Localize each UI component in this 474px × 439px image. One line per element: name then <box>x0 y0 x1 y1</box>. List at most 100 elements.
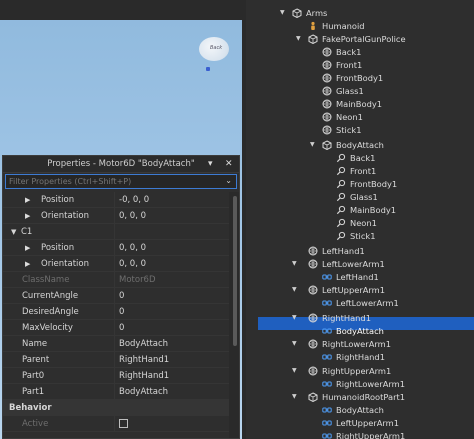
property-row[interactable]: Parent RightHand1 <box>3 352 229 368</box>
property-row[interactable]: ▶ Position 0, 0, 0 <box>3 240 229 256</box>
explorer-item[interactable]: LeftHand1 <box>308 244 365 257</box>
explorer-item[interactable]: ▼ HumanoidRootPart1 <box>292 390 405 403</box>
collapse-triangle-icon[interactable]: ▼ <box>11 228 16 236</box>
explorer-item[interactable]: ▼ BodyAttach <box>310 138 384 151</box>
explorer-item[interactable]: Neon1 <box>322 110 363 123</box>
dock-icon[interactable]: ▾ <box>208 159 213 169</box>
property-value[interactable]: BodyAttach <box>115 336 168 351</box>
explorer-item-label: RightLowerArm1 <box>322 338 392 349</box>
expand-triangle-icon[interactable]: ▶ <box>25 196 30 204</box>
explorer-item[interactable]: LeftUpperArm1 <box>322 416 399 429</box>
explorer-item[interactable]: Humanoid <box>308 19 365 32</box>
explorer-item[interactable]: LeftHand1 <box>322 270 379 283</box>
property-value[interactable]: 0 <box>115 304 124 319</box>
property-value[interactable]: 0 <box>115 288 124 303</box>
explorer-item[interactable]: Stick1 <box>322 123 361 136</box>
active-checkbox[interactable] <box>119 419 128 428</box>
collapse-arrow-icon[interactable]: ▼ <box>296 35 301 42</box>
explorer-item[interactable]: FrontBody1 <box>336 177 397 190</box>
explorer-item-label: Humanoid <box>322 20 365 31</box>
explorer-item[interactable]: ▼ Arms <box>280 6 327 19</box>
property-row[interactable]: Active <box>3 416 229 432</box>
expand-triangle-icon[interactable]: ▶ <box>25 260 30 268</box>
weld-icon <box>336 178 350 189</box>
property-name: DesiredAngle <box>3 304 115 319</box>
properties-scroll-thumb[interactable] <box>233 196 237 346</box>
close-icon[interactable]: ✕ <box>225 159 233 169</box>
explorer-item[interactable]: Glass1 <box>322 84 364 97</box>
explorer-item-label: Glass1 <box>350 191 378 202</box>
motor-icon <box>322 351 336 362</box>
collapse-arrow-icon[interactable]: ▼ <box>292 286 297 293</box>
property-value[interactable] <box>115 224 119 239</box>
property-row[interactable]: ▶ Position -0, 0, 0 <box>3 192 229 208</box>
explorer-item[interactable]: ▼ RightUpperArm1 <box>292 364 391 377</box>
property-row[interactable]: Name BodyAttach <box>3 336 229 352</box>
behavior-group-header[interactable]: Behavior <box>3 400 229 416</box>
explorer-item[interactable]: Front1 <box>322 58 362 71</box>
explorer-item[interactable]: RightUpperArm1 <box>322 429 405 439</box>
explorer-item[interactable]: BodyAttach <box>322 403 384 416</box>
properties-title-bar[interactable]: Properties - Motor6D "BodyAttach" ▾ ✕ <box>3 156 239 173</box>
property-row[interactable]: DesiredAngle 0 <box>3 304 229 320</box>
filter-properties-input[interactable] <box>9 177 209 186</box>
property-value[interactable]: RightHand1 <box>115 368 169 383</box>
explorer-item[interactable]: FrontBody1 <box>322 71 383 84</box>
property-name: Position <box>41 194 75 205</box>
explorer-item-label: Back1 <box>350 152 376 163</box>
collapse-arrow-icon[interactable]: ▼ <box>292 393 297 400</box>
motor-icon <box>322 378 336 389</box>
property-row[interactable]: ▶ Orientation 0, 0, 0 <box>3 256 229 272</box>
explorer-item[interactable]: Glass1 <box>336 190 378 203</box>
motor-icon <box>322 430 336 439</box>
property-row[interactable]: MaxVelocity 0 <box>3 320 229 336</box>
model-icon <box>308 33 322 44</box>
property-row[interactable]: Part0 RightHand1 <box>3 368 229 384</box>
property-row[interactable]: ▼ C1 <box>3 224 229 240</box>
explorer-item[interactable]: Back1 <box>322 45 361 58</box>
collapse-arrow-icon[interactable]: ▼ <box>292 340 297 347</box>
property-value[interactable]: BodyAttach <box>115 384 168 399</box>
property-row[interactable]: ▶ Orientation 0, 0, 0 <box>3 208 229 224</box>
explorer-item[interactable]: Stick1 <box>336 229 375 242</box>
explorer-item[interactable]: MainBody1 <box>322 97 382 110</box>
explorer-item[interactable]: RightLowerArm1 <box>322 377 405 390</box>
property-value[interactable]: RightHand1 <box>115 352 169 367</box>
collapse-arrow-icon[interactable]: ▼ <box>310 141 315 148</box>
explorer-item[interactable]: LeftLowerArm1 <box>322 296 399 309</box>
property-value[interactable]: 0, 0, 0 <box>115 208 146 223</box>
explorer-item[interactable]: ▼ RightLowerArm1 <box>292 337 392 350</box>
explorer-item-label: Neon1 <box>350 217 377 228</box>
explorer-item-label: LeftLowerArm1 <box>336 297 399 308</box>
explorer-item[interactable]: BodyAttach <box>322 324 384 337</box>
explorer-item[interactable]: ▼ LeftLowerArm1 <box>292 257 385 270</box>
explorer-item[interactable]: Back1 <box>336 151 375 164</box>
explorer-item[interactable]: RightHand1 <box>322 350 385 363</box>
part-icon <box>308 338 322 349</box>
property-name: Orientation <box>41 210 89 221</box>
collapse-arrow-icon[interactable]: ▼ <box>292 314 297 321</box>
part-icon <box>308 245 322 256</box>
collapse-arrow-icon[interactable]: ▼ <box>280 9 285 16</box>
property-value[interactable]: 0, 0, 0 <box>115 240 146 255</box>
explorer-item[interactable]: Neon1 <box>336 216 377 229</box>
property-row[interactable]: Part1 BodyAttach <box>3 384 229 400</box>
explorer-item[interactable]: Front1 <box>336 164 376 177</box>
explorer-item[interactable]: ▼ RightHand1 <box>292 311 371 324</box>
explorer-item-label: LeftUpperArm1 <box>336 417 400 428</box>
collapse-arrow-icon[interactable]: ▼ <box>292 367 297 374</box>
property-value[interactable]: -0, 0, 0 <box>115 192 149 207</box>
model-icon <box>308 391 322 402</box>
property-value[interactable]: 0, 0, 0 <box>115 256 146 271</box>
explorer-item[interactable]: ▼ FakePortalGunPolice <box>296 32 406 45</box>
explorer-item[interactable]: MainBody1 <box>336 203 396 216</box>
collapse-arrow-icon[interactable]: ▼ <box>292 260 297 267</box>
expand-triangle-icon[interactable]: ▶ <box>25 212 30 220</box>
property-value[interactable]: 0 <box>115 320 124 335</box>
property-row[interactable]: CurrentAngle 0 <box>3 288 229 304</box>
explorer-item[interactable]: ▼ LeftUpperArm1 <box>292 283 385 296</box>
filter-properties-field[interactable]: ⌄ <box>5 174 237 189</box>
chevron-down-icon[interactable]: ⌄ <box>225 176 232 185</box>
back-part-balloon[interactable]: Back <box>199 37 229 61</box>
expand-triangle-icon[interactable]: ▶ <box>25 244 30 252</box>
